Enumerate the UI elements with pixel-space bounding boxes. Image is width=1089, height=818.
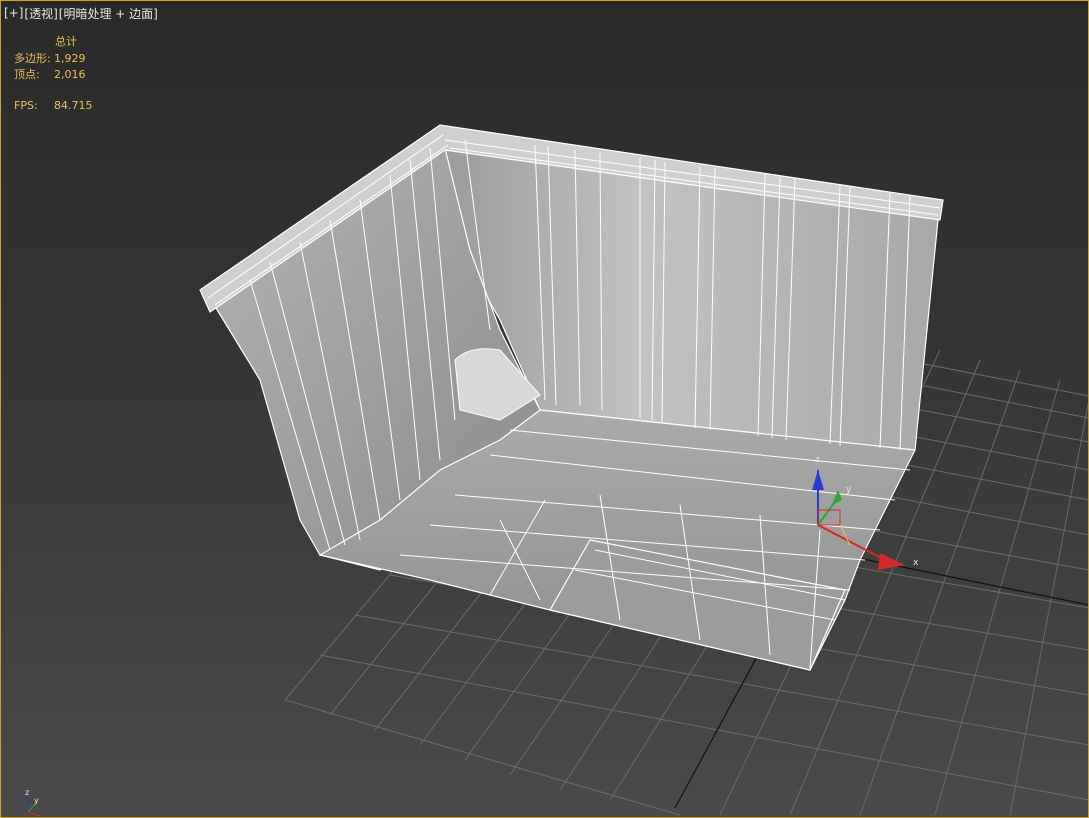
view-cube-axis-icon: z y (25, 788, 41, 817)
gizmo-y-label: y (846, 485, 852, 495)
viewport-point-of-view-menu[interactable]: [透视] (24, 5, 57, 22)
mesh-model[interactable] (199, 124, 944, 671)
viewport-general-menu[interactable]: [+] (4, 6, 23, 20)
mini-axis-y-label: y (34, 796, 39, 805)
stats-polygons-row: 多边形: 1,929 (14, 50, 93, 66)
stats-fps-value: 84.715 (54, 98, 93, 112)
viewport-scene[interactable]: x y z z y (0, 0, 1089, 818)
stats-header: 总计 (55, 35, 77, 48)
mini-axis-z-label: z (25, 788, 29, 797)
stats-vertices-value: 2,016 (54, 67, 86, 81)
stats-polygons-value: 1,929 (54, 51, 86, 65)
viewport-label-menu: [+] [透视] [明暗处理 + 边面] (4, 5, 158, 21)
gizmo-x-arrow-icon[interactable] (878, 553, 905, 570)
stats-vertices-label: 顶点: (14, 68, 40, 81)
stats-vertices-row: 顶点: 2,016 (14, 66, 93, 82)
stats-fps-label: FPS: (14, 98, 38, 112)
stats-fps-row: FPS: 84.715 (14, 97, 93, 113)
stats-polygons-label: 多边形: (14, 52, 51, 65)
gizmo-x-label: x (913, 558, 919, 568)
gizmo-z-label: z (815, 455, 820, 465)
viewport-statistics: 总计 多边形: 1,929 顶点: 2,016 FPS: 84.715 (14, 34, 93, 113)
viewport-shading-menu[interactable]: [明暗处理 + 边面] (59, 5, 158, 22)
